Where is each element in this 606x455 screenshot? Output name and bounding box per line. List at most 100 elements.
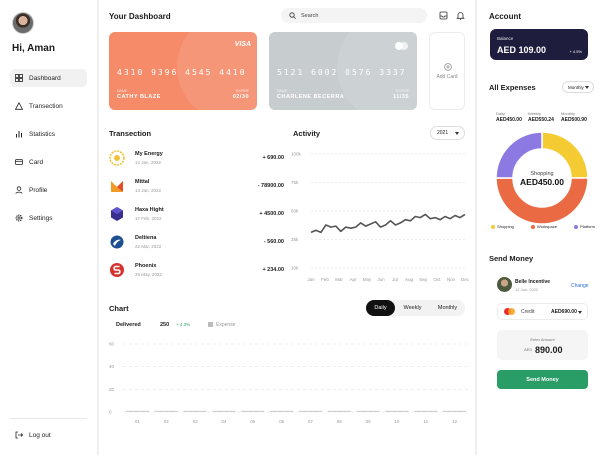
daily-label: Daily [496, 111, 505, 116]
transaction-amount: + 690.00 [262, 155, 284, 161]
sidebar-item-dashboard[interactable]: Dashboard [10, 69, 87, 87]
sidebar: Hi, Aman Dashboard Transection Statistic… [0, 0, 98, 455]
main-panel: Your Dashboard Search VISA 4310 9396 454… [99, 0, 475, 455]
balance-card[interactable]: Balance AED 109.00 + 4.5% [490, 29, 588, 60]
contact-name: Belle Incentive [515, 279, 551, 285]
logout-button[interactable]: Log out [10, 426, 87, 444]
payment-method-select[interactable]: Credit AED690.00 [497, 303, 588, 320]
logout-icon [15, 431, 24, 439]
bell-icon[interactable] [456, 11, 465, 20]
haxa-hight-logo [111, 207, 123, 221]
mastercard-icon [504, 308, 516, 315]
delivery-bar-chart: 60 40 20 0 01 02 03 04 05 06 07 08 09 10 11 12 [109, 342, 469, 424]
card-number: 4310 9396 4545 4410 [117, 68, 247, 77]
weekly-value: AED550.24 [528, 117, 554, 123]
transaction-date: 17 Feb, 2022 [135, 216, 162, 221]
inbox-icon[interactable] [439, 11, 448, 20]
delivered-label: Delivered [116, 322, 141, 328]
year-select[interactable]: 2021 [430, 126, 465, 140]
bar [270, 410, 294, 412]
legend-platform: Platform [574, 224, 595, 229]
bar [212, 410, 236, 412]
chevron-down-icon [585, 86, 589, 89]
warning-triangle-icon [14, 101, 24, 110]
donut-center-value: AED450.00 [520, 177, 564, 187]
card-name-label: NAME [277, 89, 288, 93]
expenses-title: All Expenses [489, 83, 536, 92]
card-name-label: NAME [117, 89, 128, 93]
credit-label: Credit [521, 308, 535, 315]
transaction-date: 13 Jan, 2022 [135, 188, 162, 193]
sidebar-item-settings[interactable]: Settings [10, 209, 87, 227]
card-expire: 02/30 [232, 94, 249, 100]
list-item[interactable]: My Energy 12 Jan, 2022 + 690.00 [109, 148, 284, 170]
activity-series-line [310, 213, 466, 234]
visa-logo: VISA [234, 41, 251, 48]
x-tick-label: Apr [349, 277, 357, 282]
sidebar-item-statistics[interactable]: Statistics [10, 125, 87, 143]
x-tick-label: 05 [250, 419, 256, 424]
sidebar-item-label: Settings [29, 214, 53, 222]
x-tick-label: 02 [164, 419, 170, 424]
bar [356, 410, 380, 412]
grid-icon [15, 74, 23, 82]
sidebar-item-label: Profile [29, 186, 48, 194]
x-tick-label: May [363, 277, 372, 282]
y-tick-label: 60 [109, 342, 115, 347]
x-tick-label: Jun [377, 277, 385, 282]
list-item[interactable]: Phoenix 25 May, 2022 + 234.00 [109, 260, 284, 282]
contact-avatar [497, 277, 512, 292]
x-tick-label: 07 [308, 419, 314, 424]
list-item[interactable]: Mittal 13 Jan, 2022 - 78900.00 [109, 176, 284, 198]
tab-monthly[interactable]: Monthly [430, 305, 465, 311]
transaction-amount: + 4500.00 [259, 211, 284, 217]
bar [241, 410, 265, 412]
period-select[interactable]: Monthly [562, 81, 594, 93]
year-value: 2021 [437, 130, 449, 136]
credit-card-mastercard[interactable]: 5121 6002 0576 3337 NAME CHARLENE BECERR… [269, 32, 417, 110]
y-tick-label: 10k [291, 266, 299, 271]
card-holder-name: CATHY BLAZE [117, 94, 161, 100]
tab-weekly[interactable]: Weekly [395, 305, 430, 311]
credit-card-visa[interactable]: VISA 4310 9396 4545 4410 NAME CATHY BLAZ… [109, 32, 257, 110]
bar [327, 410, 351, 412]
transaction-name: My Energy [135, 151, 163, 157]
sidebar-item-label: Transection [29, 102, 63, 110]
y-tick-label: 0 [109, 410, 112, 415]
expense-legend-swatch [208, 322, 213, 327]
deltiena-logo [110, 235, 124, 249]
sidebar-item-profile[interactable]: Profile [10, 181, 87, 199]
y-tick-label: 40 [109, 364, 115, 369]
tab-daily[interactable]: Daily [366, 300, 395, 316]
amount-input[interactable]: Enter Amount AED 890.00 [497, 330, 588, 360]
y-tick-label: 50k [291, 209, 299, 214]
account-title: Account [489, 12, 521, 21]
card-icon [15, 158, 23, 166]
sidebar-item-transection[interactable]: Transection [10, 97, 87, 115]
y-tick-label: 75k [291, 180, 299, 185]
avatar[interactable] [12, 12, 34, 34]
add-card-button[interactable]: Add Card [429, 32, 465, 110]
transaction-amount: - 78900.00 [257, 183, 284, 189]
transaction-name: Deltiena [135, 235, 157, 241]
sidebar-item-card[interactable]: Card [10, 153, 87, 171]
search-input[interactable]: Search [281, 8, 427, 23]
legend-shopping: Shopping [491, 224, 514, 229]
bar [125, 410, 149, 412]
donut-legend: Shopping Workspace Platform [491, 224, 595, 229]
list-item[interactable]: Haxa Hight 17 Feb, 2022 + 4500.00 [109, 204, 284, 226]
add-card-label: Add Card [436, 74, 458, 80]
transactions-title: Transection [109, 129, 152, 138]
transaction-amount: + 234.00 [262, 267, 284, 273]
divider [10, 418, 87, 419]
transaction-name: Mittal [135, 179, 150, 185]
list-item[interactable]: Deltiena 22 Mar, 2022 - 560.00 [109, 232, 284, 254]
credit-value: AED690.00 [551, 309, 577, 315]
balance-amount: AED 109.00 [497, 45, 547, 55]
greeting: Hi, Aman [12, 43, 55, 54]
send-money-button[interactable]: Send Money [497, 370, 588, 389]
card-holder-name: CHARLENE BECERRA [277, 94, 345, 100]
change-contact-link[interactable]: Change [571, 283, 589, 289]
contact-date: 12 Jan, 2022 [515, 287, 539, 292]
chart-period-toggle: Daily Weekly Monthly [366, 300, 465, 316]
